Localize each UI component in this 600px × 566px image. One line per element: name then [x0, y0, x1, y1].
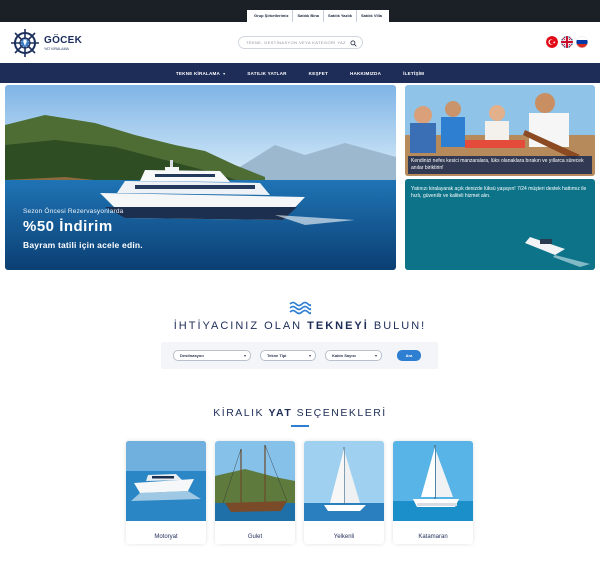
logo-subtitle: YAT KİRALAMA	[44, 47, 69, 51]
card-katamaran[interactable]: Katamaran	[393, 441, 473, 544]
group-links: Grup Şirketlerimiz Satılık Bina Satılık …	[247, 10, 390, 22]
hero-banner[interactable]: Sezon Öncesi Rezervasyonlarda %50 İndiri…	[5, 85, 396, 270]
chevron-down-icon: ▾	[374, 353, 377, 358]
search-icon[interactable]	[350, 40, 357, 47]
waves-icon	[289, 301, 311, 315]
motoryacht-image	[126, 441, 206, 521]
friends-caption: Kendinizi nefes kesici manzaralara, lüks…	[408, 156, 592, 174]
sale-building-link[interactable]: Satılık Bina	[293, 10, 325, 22]
sale-villa-link[interactable]: Satılık Villa	[357, 10, 386, 22]
ru-flag-icon[interactable]	[576, 36, 588, 48]
hero-tagline: Bayram tatili için acele edin.	[23, 240, 143, 250]
ship-wheel-icon	[11, 29, 39, 57]
card-label: Katamaran	[418, 534, 448, 540]
nav-explore[interactable]: KEŞFET	[309, 71, 328, 76]
nav-boat-rental[interactable]: TEKNE KİRALAMA ▾	[176, 71, 225, 76]
title-underline	[291, 425, 309, 427]
chevron-down-icon: ▾	[308, 353, 311, 358]
logo-title: GÖCEK	[44, 35, 83, 46]
chevron-down-icon: ▾	[243, 353, 246, 358]
sailboat-image	[304, 441, 384, 521]
card-label: Gulet	[247, 534, 263, 540]
chevron-down-icon: ▾	[223, 70, 226, 76]
finder-title: İHTİYACINIZ OLAN TEKNEYİ BULUN!	[173, 320, 427, 332]
card-gulet[interactable]: Gulet	[215, 441, 295, 544]
language-selector	[546, 36, 588, 48]
card-motoryat[interactable]: Motoryat	[126, 441, 206, 544]
gulet-image	[215, 441, 295, 521]
search-button[interactable]: Ara	[397, 350, 421, 361]
search-box	[238, 36, 363, 49]
friends-on-boat-card[interactable]: Kendinizi nefes kesici manzaralara, lüks…	[405, 85, 595, 176]
yacht-type-cards: Motoryat Gulet Yelkenli Katamaran	[126, 441, 473, 544]
main-nav: TEKNE KİRALAMA ▾ SATILIK YATLAR KEŞFET H…	[0, 63, 600, 83]
nav-yachts-for-sale[interactable]: SATILIK YATLAR	[247, 71, 286, 76]
hero-subtitle: Sezon Öncesi Rezervasyonlarda	[23, 208, 124, 215]
rental-options-title: KİRALIK YAT SEÇENEKLERİ	[213, 407, 387, 419]
sale-summer-house-link[interactable]: Satılık Yazlık	[324, 10, 357, 22]
nav-about[interactable]: HAKKIMIZDA	[350, 71, 381, 76]
header: GÖCEK YAT KİRALAMA	[0, 22, 600, 63]
boat-finder: Destinasyon ▾ Tekne Tipi ▾ Kabin Sayısı …	[161, 342, 438, 369]
card-label: Yelkenli	[333, 534, 355, 540]
destination-select[interactable]: Destinasyon ▾	[173, 350, 251, 361]
top-bar: Grup Şirketlerimiz Satılık Bina Satılık …	[0, 0, 600, 22]
card-yelkenli[interactable]: Yelkenli	[304, 441, 384, 544]
search-input[interactable]	[246, 40, 346, 45]
uk-flag-icon[interactable]	[561, 36, 573, 48]
open-sea-caption: Yatınızı kiralayarak açık denizde lüksü …	[411, 186, 587, 199]
card-label: Motoryat	[154, 534, 178, 540]
catamaran-image	[393, 441, 473, 521]
tr-flag-icon[interactable]	[546, 36, 558, 48]
open-sea-card[interactable]: Yatınızı kiralayarak açık denizde lüksü …	[405, 179, 595, 270]
cabin-count-select[interactable]: Kabin Sayısı ▾	[325, 350, 382, 361]
site-logo[interactable]: GÖCEK YAT KİRALAMA	[10, 25, 90, 61]
hero-discount: %50 İndirim	[23, 218, 113, 235]
nav-contact[interactable]: İLETİŞİM	[403, 71, 424, 76]
boat-type-select[interactable]: Tekne Tipi ▾	[260, 350, 316, 361]
group-companies-link[interactable]: Grup Şirketlerimiz	[250, 10, 294, 22]
